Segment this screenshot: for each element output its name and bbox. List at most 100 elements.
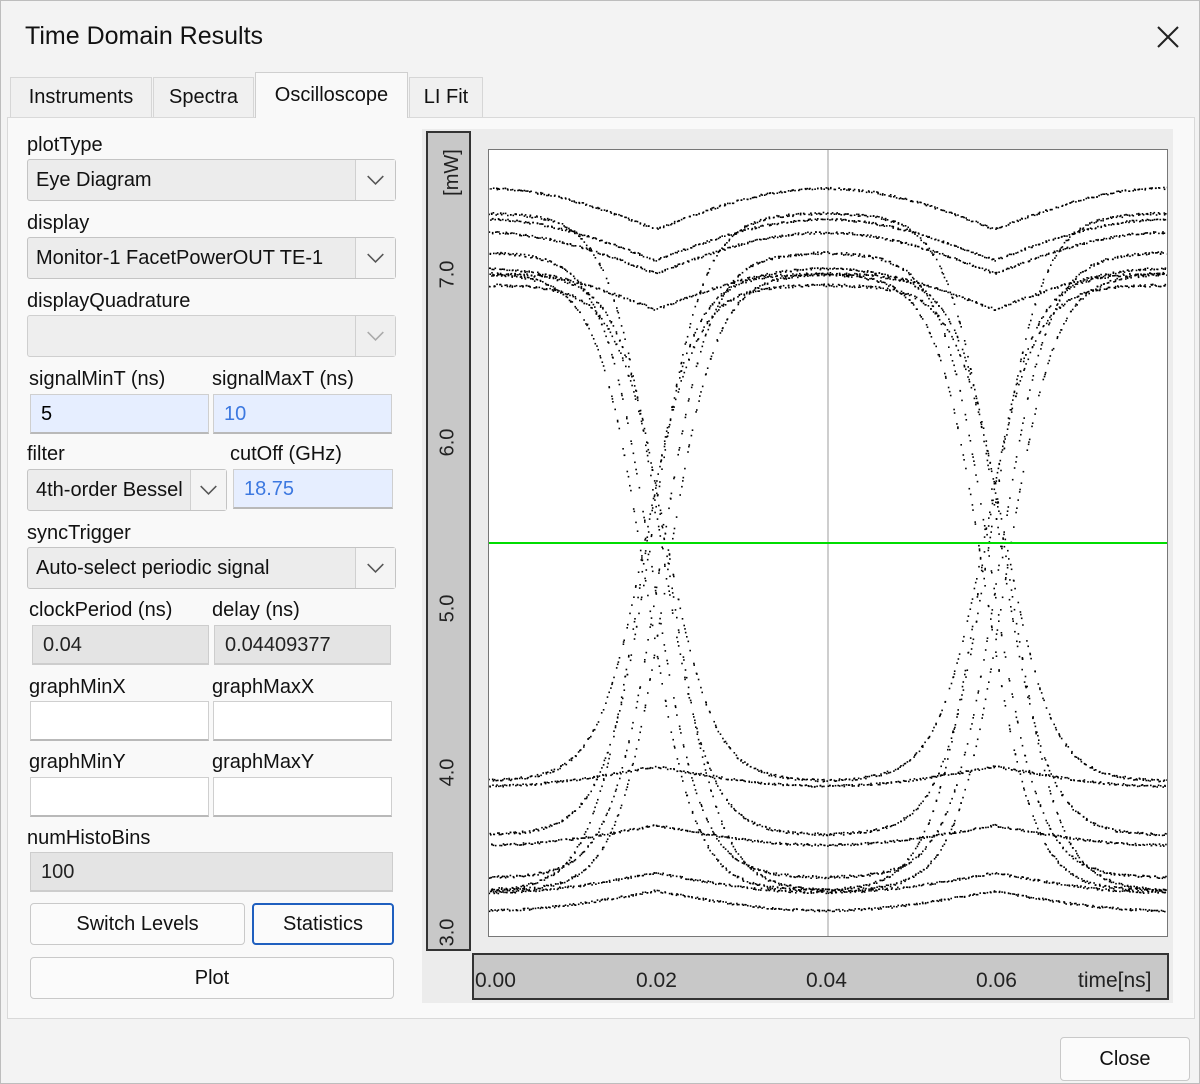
trace-point bbox=[1041, 254, 1044, 257]
graphminy-input[interactable] bbox=[30, 777, 209, 817]
trace-point bbox=[592, 812, 594, 815]
trace-point bbox=[605, 311, 607, 314]
tab-oscilloscope[interactable]: Oscilloscope bbox=[255, 72, 408, 118]
trace-point bbox=[950, 354, 952, 356]
trace-point bbox=[1018, 655, 1021, 658]
trace-point bbox=[575, 231, 578, 234]
trace-point bbox=[830, 213, 832, 215]
graphminx-input[interactable] bbox=[30, 701, 209, 741]
trace-point bbox=[631, 375, 633, 378]
chevron-down-icon[interactable] bbox=[355, 160, 395, 200]
trace-point bbox=[1028, 260, 1031, 262]
trace-point bbox=[727, 850, 729, 853]
trace-point bbox=[823, 232, 825, 235]
trace-point bbox=[621, 259, 624, 261]
cutoff-input[interactable]: 18.75 bbox=[233, 469, 393, 509]
trace-point bbox=[906, 269, 908, 272]
trace-point bbox=[870, 830, 872, 832]
trace-point bbox=[1028, 323, 1031, 326]
trace-point bbox=[693, 664, 695, 666]
trace-point bbox=[752, 291, 755, 294]
trace-point bbox=[664, 436, 667, 438]
trace-point bbox=[1114, 775, 1116, 777]
trace-point bbox=[1039, 745, 1042, 747]
trace-point bbox=[985, 257, 988, 259]
trace-point bbox=[1032, 815, 1034, 817]
trace-point bbox=[871, 286, 874, 288]
trace-point bbox=[943, 276, 946, 279]
trace-point bbox=[1026, 685, 1028, 688]
chevron-down-icon[interactable] bbox=[355, 238, 395, 278]
trace-point bbox=[943, 311, 945, 313]
trace-point bbox=[859, 885, 861, 888]
trace-point bbox=[853, 286, 856, 289]
trace-point bbox=[1120, 278, 1123, 280]
trace-point bbox=[944, 333, 946, 335]
chevron-down-icon[interactable] bbox=[355, 548, 395, 588]
trace-point bbox=[1019, 360, 1022, 363]
signalmaxt-input[interactable]: 10 bbox=[213, 394, 392, 434]
trace-point bbox=[797, 232, 800, 234]
tab-instruments[interactable]: Instruments bbox=[10, 77, 152, 117]
trace-point bbox=[1074, 857, 1077, 860]
trace-point bbox=[1112, 828, 1114, 830]
trace-point bbox=[921, 248, 924, 250]
trace-point bbox=[892, 225, 895, 228]
trace-point bbox=[889, 239, 892, 242]
synctrigger-select[interactable]: Auto-select periodic signal bbox=[27, 547, 396, 589]
trace-point bbox=[536, 257, 539, 260]
trace-point bbox=[521, 830, 524, 833]
displayquadrature-select[interactable] bbox=[27, 315, 396, 357]
trace-point bbox=[1003, 447, 1006, 450]
trace-point bbox=[1019, 488, 1021, 491]
chevron-down-icon[interactable] bbox=[355, 316, 395, 356]
trace-point bbox=[998, 462, 1000, 465]
plot-button[interactable]: Plot bbox=[30, 957, 394, 999]
trace-point bbox=[523, 253, 526, 256]
tab-li-fit[interactable]: LI Fit bbox=[409, 77, 483, 117]
trace-point bbox=[603, 330, 606, 333]
trace-point bbox=[625, 365, 627, 368]
trace-point bbox=[689, 649, 691, 652]
trace-point bbox=[843, 876, 845, 879]
trace-point bbox=[932, 249, 935, 252]
switch-levels-button[interactable]: Switch Levels bbox=[30, 903, 245, 945]
trace-point bbox=[967, 249, 970, 252]
graphmaxy-input[interactable] bbox=[213, 777, 392, 817]
trace-point bbox=[1022, 470, 1025, 473]
trace-point bbox=[1023, 417, 1025, 419]
trace-point bbox=[1114, 829, 1117, 832]
trace-point bbox=[760, 288, 763, 290]
trace-point bbox=[1029, 389, 1031, 391]
trace-point bbox=[1021, 352, 1024, 354]
chevron-down-icon[interactable] bbox=[190, 470, 226, 510]
trace-point bbox=[1142, 214, 1145, 216]
display-select[interactable]: Monitor-1 FacetPowerOUT TE-1 bbox=[27, 237, 396, 279]
graphmaxx-input[interactable] bbox=[213, 701, 392, 741]
tab-spectra[interactable]: Spectra bbox=[153, 77, 254, 117]
plottype-select[interactable]: Eye Diagram bbox=[27, 159, 396, 201]
trace-point bbox=[706, 819, 708, 821]
close-icon[interactable] bbox=[1148, 17, 1188, 57]
trace-point bbox=[968, 773, 971, 776]
trace-point bbox=[765, 287, 767, 290]
trace-point bbox=[629, 659, 632, 662]
trace-point bbox=[959, 260, 962, 262]
trace-point bbox=[1053, 312, 1055, 315]
trace-point bbox=[490, 889, 493, 891]
trace-point bbox=[689, 343, 692, 346]
trace-point bbox=[539, 879, 542, 881]
signalmint-input[interactable]: 5 bbox=[30, 394, 209, 434]
trace-point bbox=[557, 228, 560, 230]
filter-select[interactable]: 4th-order Bessel bbox=[27, 469, 227, 511]
trace-point bbox=[1159, 253, 1162, 255]
trace-point bbox=[923, 830, 926, 833]
trace-point bbox=[661, 468, 663, 470]
trace-point bbox=[840, 833, 842, 835]
trace-point bbox=[947, 242, 950, 245]
trace-point bbox=[1043, 375, 1046, 378]
trace-point bbox=[1029, 703, 1031, 705]
trace-point bbox=[637, 399, 639, 402]
statistics-button[interactable]: Statistics bbox=[252, 903, 394, 945]
trace-point bbox=[1075, 278, 1077, 280]
